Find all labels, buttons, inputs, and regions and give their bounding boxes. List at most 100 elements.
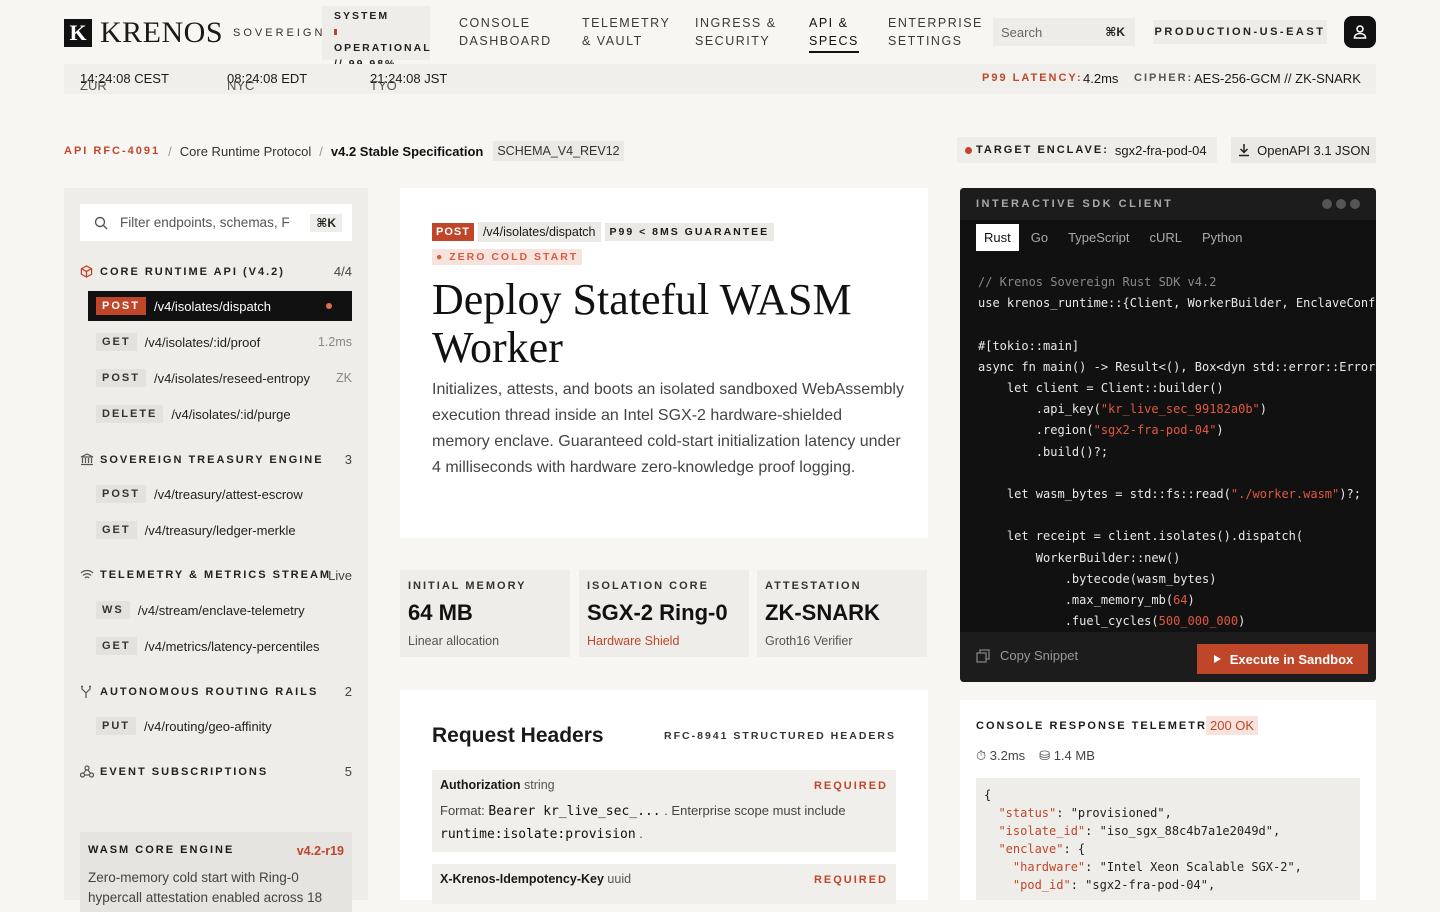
endpoint-item[interactable]: GET/v4/isolates/:id/proof 1.2ms (88, 327, 352, 357)
copy-snippet-button[interactable]: Copy Snippet (976, 648, 1078, 663)
cold-start-badge: ● ZERO COLD START (432, 249, 583, 265)
nav-telemetry-vault[interactable]: TELEMETRY & VAULT (582, 14, 670, 50)
response-telemetry-card: CONSOLE RESPONSE TELEMETRY 200 OK ⏱ 3.2m… (960, 700, 1376, 900)
tab-rust[interactable]: Rust (976, 224, 1019, 251)
play-icon (1213, 655, 1221, 663)
target-dot (965, 146, 972, 154)
group-telemetry[interactable]: TELEMETRY & METRICS STREAM Live (80, 567, 352, 583)
endpoint-path: /v4/isolates/:id/purge (171, 406, 291, 422)
method-badge: GET (96, 637, 137, 655)
sdk-client-panel: INTERACTIVE SDK CLIENT Rust Go TypeScrip… (960, 188, 1376, 682)
endpoint-item[interactable]: WS/v4/stream/enclave-telemetry (88, 595, 352, 625)
header-type: string (524, 778, 555, 792)
endpoint-path: /v4/treasury/ledger-merkle (144, 522, 296, 538)
header-name: Authorization (440, 778, 521, 792)
cube-icon (80, 265, 94, 278)
endpoint-item[interactable]: POST/v4/isolates/dispatch (88, 291, 352, 321)
group-count: Live (328, 567, 352, 583)
sdk-footer: Copy Snippet Execute in Sandbox (960, 632, 1376, 682)
code-snippet[interactable]: // Krenos Sovereign Rust SDK v4.2 use kr… (978, 272, 1376, 632)
breadcrumb: API RFC-4091 / Core Runtime Protocol / v… (64, 141, 624, 161)
header-name: X-Krenos-Idempotency-Key (440, 872, 604, 886)
nav-console-dashboard[interactable]: CONSOLE DASHBOARD (459, 14, 552, 50)
nav-label: SETTINGS (888, 34, 963, 48)
group-core-runtime[interactable]: CORE RUNTIME API (V4.2) 4/4 (80, 264, 352, 279)
endpoint-path: /v4/isolates/reseed-entropy (153, 370, 311, 386)
response-time: ⏱ 3.2ms (976, 748, 1025, 764)
status-badge: 200 OK (1206, 716, 1259, 735)
nav-label: TELEMETRY (582, 16, 671, 30)
endpoint-meta: 1.2ms (317, 335, 352, 349)
endpoint-path: /v4/metrics/latency-percentiles (144, 638, 320, 654)
nav-label: SPECS (809, 34, 859, 48)
group-title: EVENT SUBSCRIPTIONS (100, 765, 269, 778)
metric-sub: Linear allocation (408, 634, 500, 648)
method-badge: DELETE (96, 405, 164, 423)
endpoint-item[interactable]: GET/v4/treasury/ledger-merkle (88, 515, 352, 545)
endpoint-item[interactable]: POST/v4/treasury/attest-escrow (88, 479, 352, 509)
metric-sub: Hardware Shield (587, 634, 680, 648)
search-shortcut: ⌘K (1105, 25, 1125, 39)
endpoint-item[interactable]: PUT/v4/routing/geo-affinity (88, 711, 352, 741)
endpoint-path: /v4/treasury/attest-escrow (153, 486, 303, 502)
endpoint-path: /v4/stream/enclave-telemetry (137, 602, 305, 618)
search-icon (94, 216, 108, 229)
response-title: CONSOLE RESPONSE TELEMETRY (976, 720, 1216, 732)
tab-curl[interactable]: cURL (1142, 224, 1191, 251)
clock-tyo: TYO 21:24:08 JST (370, 71, 447, 93)
tab-typescript[interactable]: TypeScript (1060, 224, 1137, 251)
system-status-line1: SYSTEM (334, 10, 390, 22)
sla-badge: P99 < 8MS GUARANTEE (604, 223, 775, 241)
bank-icon (80, 453, 94, 466)
response-size-value: 1.4 MB (1053, 748, 1095, 763)
latency-label: P99 LATENCY: (982, 72, 1083, 84)
stopwatch-icon: ⏱ (976, 748, 987, 763)
group-count: 4/4 (333, 264, 352, 279)
group-title: AUTONOMOUS ROUTING RAILS (100, 685, 319, 698)
method-badge: POST (96, 297, 146, 315)
user-avatar[interactable] (1344, 16, 1376, 48)
group-events[interactable]: EVENT SUBSCRIPTIONS 5 (80, 764, 352, 779)
clock-city: ZUR (80, 78, 107, 93)
header-row-idempotency: X-Krenos-Idempotency-Key uuid REQUIRED (432, 864, 896, 904)
endpoint-item[interactable]: GET/v4/metrics/latency-percentiles (88, 631, 352, 661)
breadcrumb-item[interactable]: Core Runtime Protocol (180, 144, 312, 159)
method-badge: POST (96, 485, 146, 503)
nav-ingress-security[interactable]: INGRESS & SECURITY (695, 14, 777, 50)
group-treasury[interactable]: SOVEREIGN TREASURY ENGINE 3 (80, 452, 352, 467)
system-status-line2: OPERATIONAL (334, 42, 432, 54)
response-json[interactable]: { "status": "provisioned", "isolate_id":… (976, 778, 1360, 900)
nav-enterprise-settings[interactable]: ENTERPRISE SETTINGS (888, 14, 983, 50)
nav-api-specs[interactable]: API & SPECS (809, 14, 859, 53)
nav-label: & VAULT (582, 34, 643, 48)
nav-label: SECURITY (695, 34, 771, 48)
filter-input[interactable]: Filter endpoints, schemas, F ⌘K (80, 204, 352, 241)
target-enclave[interactable]: TARGET ENCLAVE: sgx2-fra-pod-04 (957, 137, 1217, 163)
top-navigation: K KRENOS SOVEREIGN SYSTEM OPERATIONAL //… (0, 0, 1440, 70)
header-type: uuid (607, 872, 632, 886)
method-badge: WS (96, 601, 130, 619)
search-input[interactable]: Search ⌘K (993, 18, 1135, 46)
logo-mark: K (64, 19, 92, 47)
clock-city: TYO (370, 78, 397, 93)
endpoint-item[interactable]: DELETE/v4/isolates/:id/purge (88, 399, 352, 429)
endpoint-item[interactable]: POST/v4/isolates/reseed-entropy ZK (88, 363, 352, 393)
tab-python[interactable]: Python (1194, 224, 1250, 251)
region-selector[interactable]: PRODUCTION-US-EAST (1153, 20, 1327, 44)
search-placeholder: Search (1001, 24, 1043, 40)
wasm-version: v4.2-r19 (296, 844, 344, 858)
breadcrumb-rfc[interactable]: API RFC-4091 (64, 145, 160, 157)
response-stats: ⏱ 3.2ms ⛁ 1.4 MB (976, 748, 1095, 764)
endpoint-hero-card: POST /v4/isolates/dispatch P99 < 8MS GUA… (400, 188, 928, 538)
group-routing[interactable]: AUTONOMOUS ROUTING RAILS 2 (80, 684, 352, 699)
wasm-engine-card: WASM CORE ENGINE v4.2-r19 Zero-memory co… (80, 832, 352, 912)
brand-logo[interactable]: K KRENOS SOVEREIGN (64, 16, 325, 50)
webhook-icon (80, 765, 94, 778)
tab-go[interactable]: Go (1023, 224, 1056, 251)
openapi-download-button[interactable]: OpenAPI 3.1 JSON (1231, 137, 1376, 163)
metric-value: SGX-2 Ring-0 (587, 600, 728, 625)
clock-zur: ZUR 14:24:08 CEST (80, 71, 169, 93)
execute-sandbox-button[interactable]: Execute in Sandbox (1197, 644, 1368, 674)
nav-label: API & (809, 16, 849, 30)
download-icon (1239, 144, 1250, 157)
